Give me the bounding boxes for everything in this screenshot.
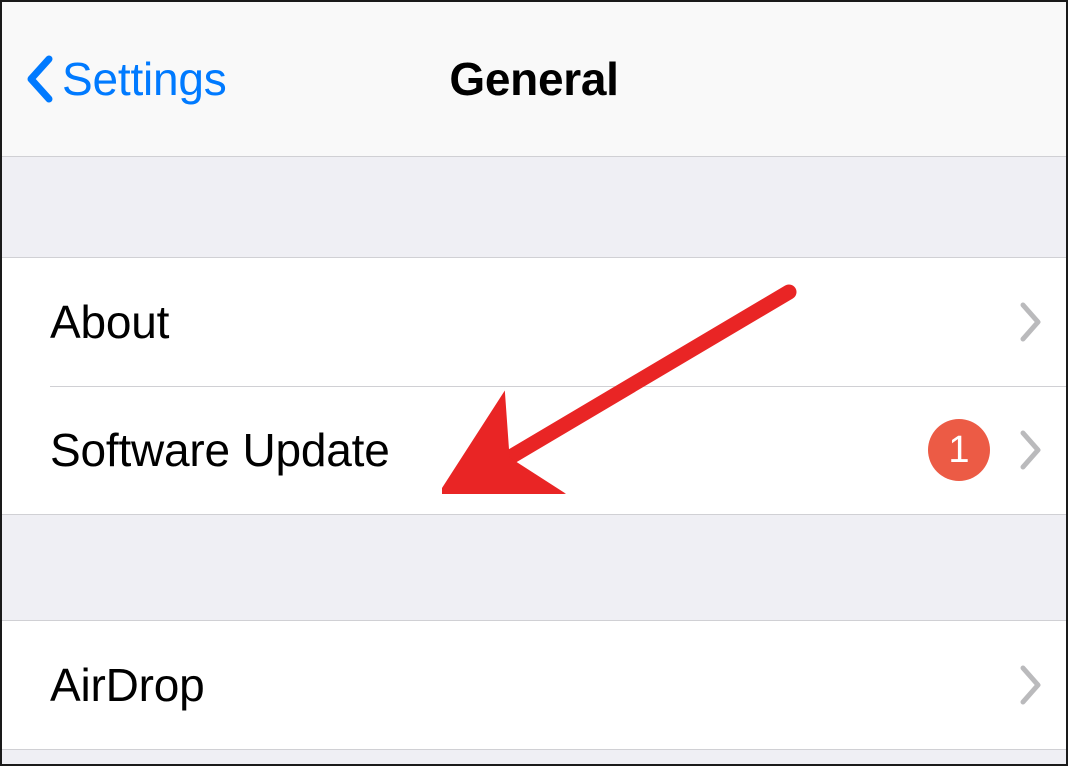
settings-general-screen: Settings General About Software Update 1… xyxy=(0,0,1068,766)
chevron-right-icon xyxy=(1020,302,1042,342)
chevron-left-icon xyxy=(24,55,54,103)
list-group-1: About Software Update 1 xyxy=(2,257,1066,515)
list-item-label: About xyxy=(50,295,1020,349)
notification-badge: 1 xyxy=(928,419,990,481)
chevron-right-icon xyxy=(1020,430,1042,470)
chevron-right-icon xyxy=(1020,665,1042,705)
list-item-software-update[interactable]: Software Update 1 xyxy=(2,386,1066,514)
list-item-label: Software Update xyxy=(50,423,928,477)
back-label: Settings xyxy=(62,52,227,106)
page-title: General xyxy=(449,52,618,106)
list-item-airdrop[interactable]: AirDrop xyxy=(2,621,1066,749)
list-group-2: AirDrop xyxy=(2,620,1066,750)
nav-header: Settings General xyxy=(2,2,1066,157)
back-button[interactable]: Settings xyxy=(2,2,227,156)
list-item-about[interactable]: About xyxy=(2,258,1066,386)
section-gap xyxy=(2,157,1066,257)
section-gap xyxy=(2,515,1066,620)
list-item-label: AirDrop xyxy=(50,658,1020,712)
